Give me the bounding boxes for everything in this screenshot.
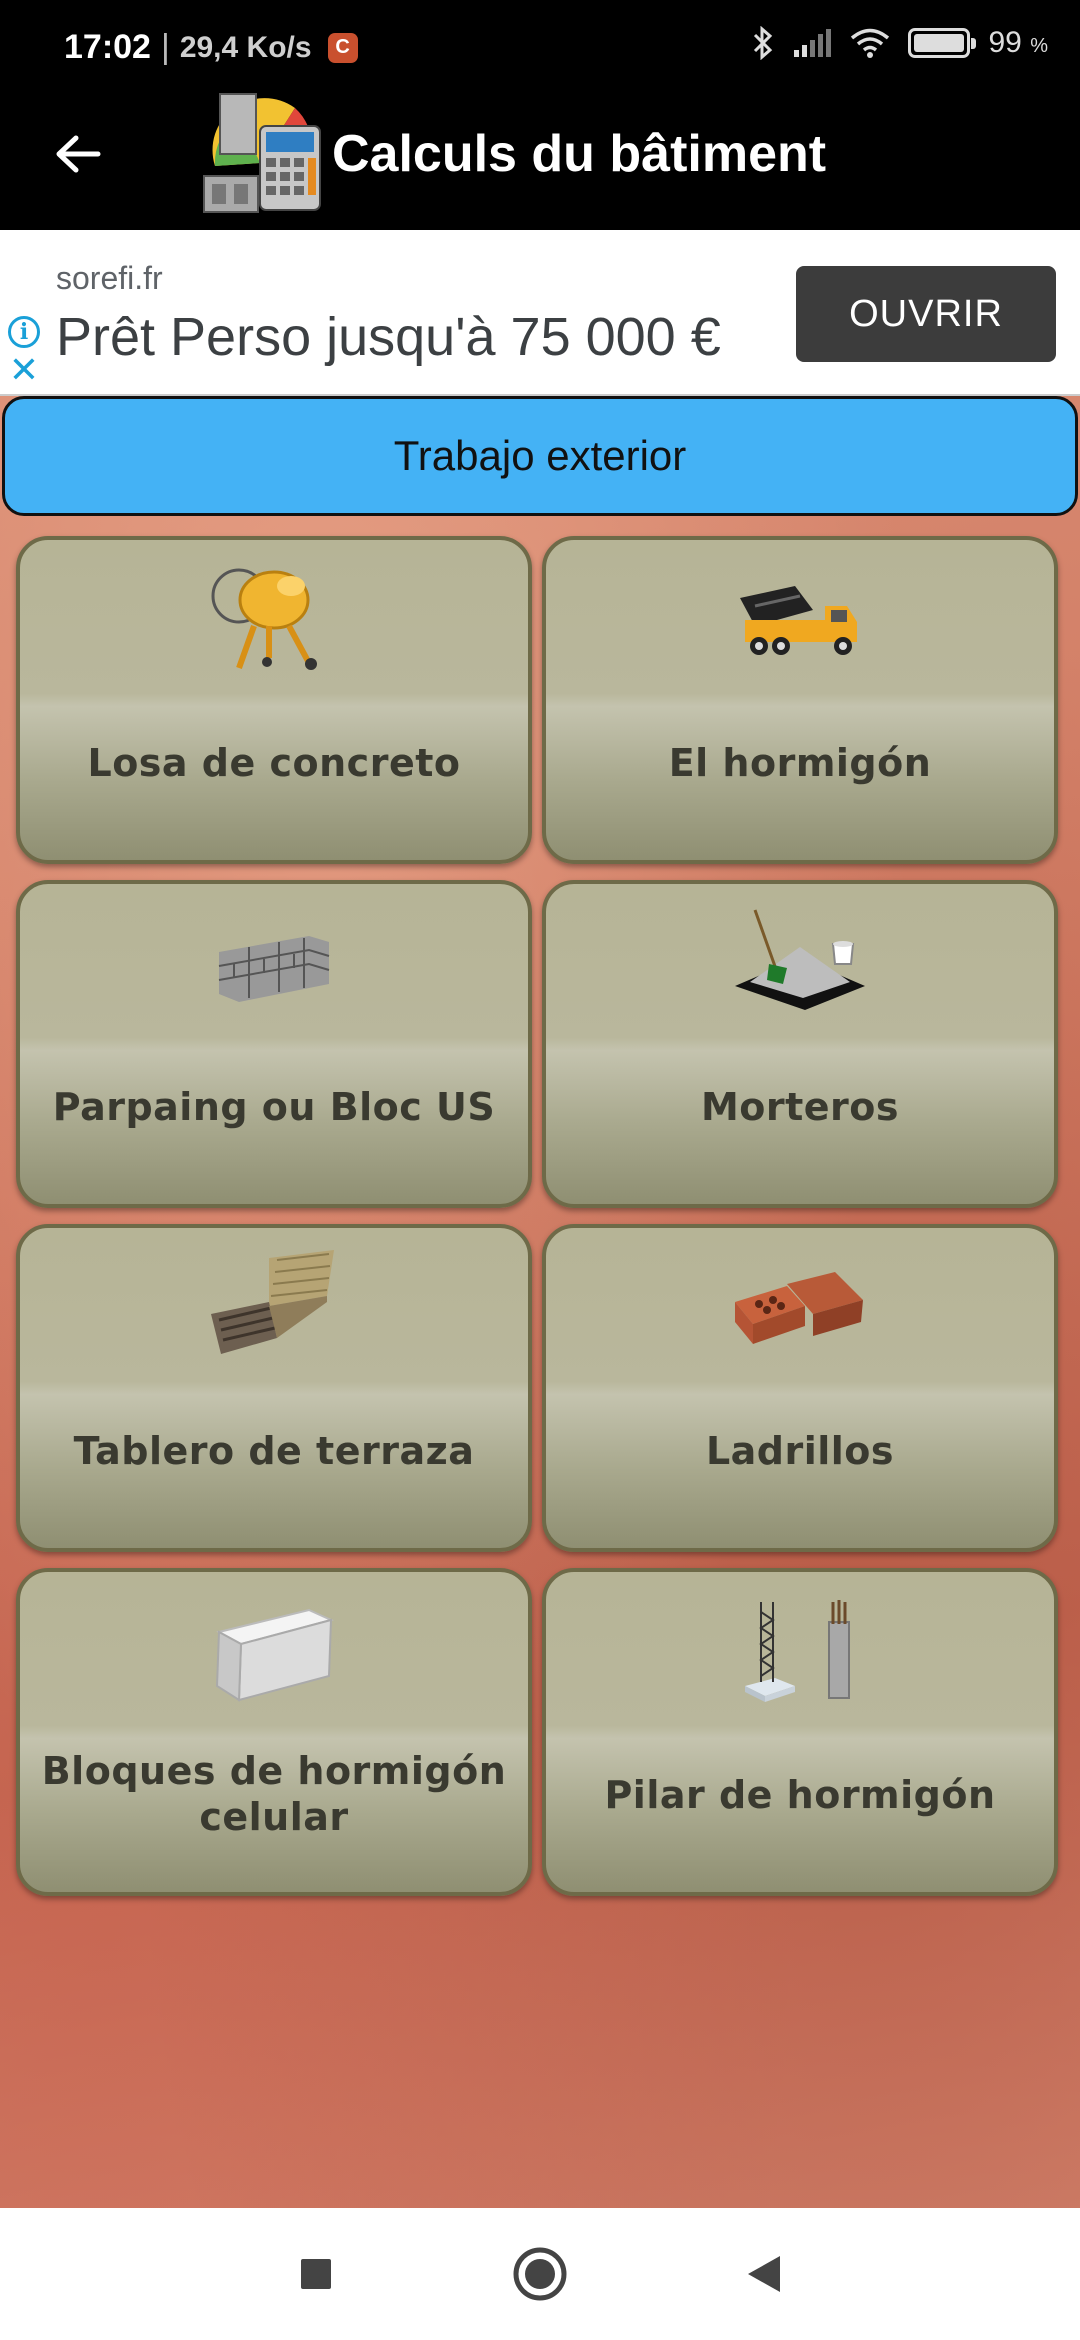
ad-banner[interactable]: sorefi.fr Prêt Perso jusqu'à 75 000 € i … bbox=[0, 230, 1080, 396]
system-nav-bar bbox=[0, 2208, 1080, 2340]
concrete-pillar-icon bbox=[745, 1600, 850, 1702]
status-right: 99 % bbox=[752, 26, 1048, 60]
status-bar: 17:02 | 29,4 Ko/s C 99 % bbox=[0, 0, 1080, 96]
tile-label: Morteros bbox=[700, 1085, 900, 1129]
status-separator: | bbox=[160, 28, 170, 66]
arrow-back-icon bbox=[56, 135, 101, 173]
tile-bloques-de-hormigon-celular[interactable]: Bloques de hormigón celular bbox=[16, 1568, 532, 1896]
wifi-icon bbox=[851, 28, 890, 58]
app-logo bbox=[203, 93, 321, 213]
app-title: Calculs du bâtiment bbox=[332, 125, 827, 183]
bricks-icon bbox=[735, 1272, 863, 1344]
square-icon bbox=[301, 2259, 331, 2289]
battery-percent: 99 % bbox=[988, 26, 1048, 60]
tile-morteros[interactable]: Morteros bbox=[542, 880, 1058, 1208]
battery-icon bbox=[908, 28, 977, 58]
clock: 17:02 bbox=[64, 28, 151, 66]
back-nav-button[interactable] bbox=[732, 2242, 796, 2306]
home-button[interactable] bbox=[508, 2242, 572, 2306]
app-bar: Calculs du bâtiment bbox=[0, 93, 1080, 230]
circle-icon bbox=[513, 2247, 567, 2301]
tile-el-hormigon[interactable]: El hormigón bbox=[542, 536, 1058, 864]
bluetooth-icon bbox=[754, 26, 773, 60]
battery-value: 99 bbox=[988, 26, 1022, 59]
main-content: Trabajo exterior Losa de concreto El hor… bbox=[0, 396, 1080, 2208]
ad-domain[interactable]: sorefi.fr bbox=[56, 260, 163, 297]
tile-label: Ladrillos bbox=[705, 1429, 895, 1473]
ad-info-icon[interactable]: i bbox=[8, 316, 40, 348]
signal-icon bbox=[794, 29, 832, 57]
battery-fill bbox=[914, 34, 964, 52]
concrete-truck-icon bbox=[740, 586, 857, 655]
tile-label: Pilar de hormigón bbox=[604, 1773, 996, 1817]
tile-ladrillos[interactable]: Ladrillos bbox=[542, 1224, 1058, 1552]
aerated-block-icon bbox=[215, 1608, 334, 1702]
deck-boards-icon bbox=[211, 1250, 334, 1354]
tile-label: Tablero de terraza bbox=[73, 1429, 475, 1473]
tile-tablero-de-terraza[interactable]: Tablero de terraza bbox=[16, 1224, 532, 1552]
status-left: 17:02 | 29,4 Ko/s C bbox=[64, 28, 358, 67]
tile-label: Bloques de hormigón celular bbox=[41, 1749, 507, 1839]
tile-label: Losa de concreto bbox=[87, 741, 461, 785]
recents-button[interactable] bbox=[284, 2242, 348, 2306]
block-wall-icon bbox=[218, 936, 330, 1002]
ad-close-icon[interactable]: ✕ bbox=[8, 352, 40, 388]
triangle-back-icon bbox=[748, 2256, 780, 2292]
ad-headline[interactable]: Prêt Perso jusqu'à 75 000 € bbox=[56, 306, 756, 368]
screen-recorder-icon: C bbox=[327, 32, 358, 63]
battery-unit: % bbox=[1030, 35, 1048, 57]
back-button[interactable] bbox=[46, 122, 110, 186]
mortar-shovel-icon bbox=[735, 909, 865, 1010]
section-header[interactable]: Trabajo exterior bbox=[2, 396, 1078, 516]
tile-parpaing-ou-bloc-us[interactable]: Parpaing ou Bloc US bbox=[16, 880, 532, 1208]
network-speed: 29,4 Ko/s bbox=[179, 30, 312, 64]
tile-losa-de-concreto[interactable]: Losa de concreto bbox=[16, 536, 532, 864]
tile-pilar-de-hormigon[interactable]: Pilar de hormigón bbox=[542, 1568, 1058, 1896]
tile-label: El hormigón bbox=[668, 741, 932, 785]
concrete-mixer-icon bbox=[211, 568, 317, 670]
tile-label: Parpaing ou Bloc US bbox=[52, 1085, 496, 1129]
ad-open-button[interactable]: OUVRIR bbox=[796, 266, 1056, 362]
